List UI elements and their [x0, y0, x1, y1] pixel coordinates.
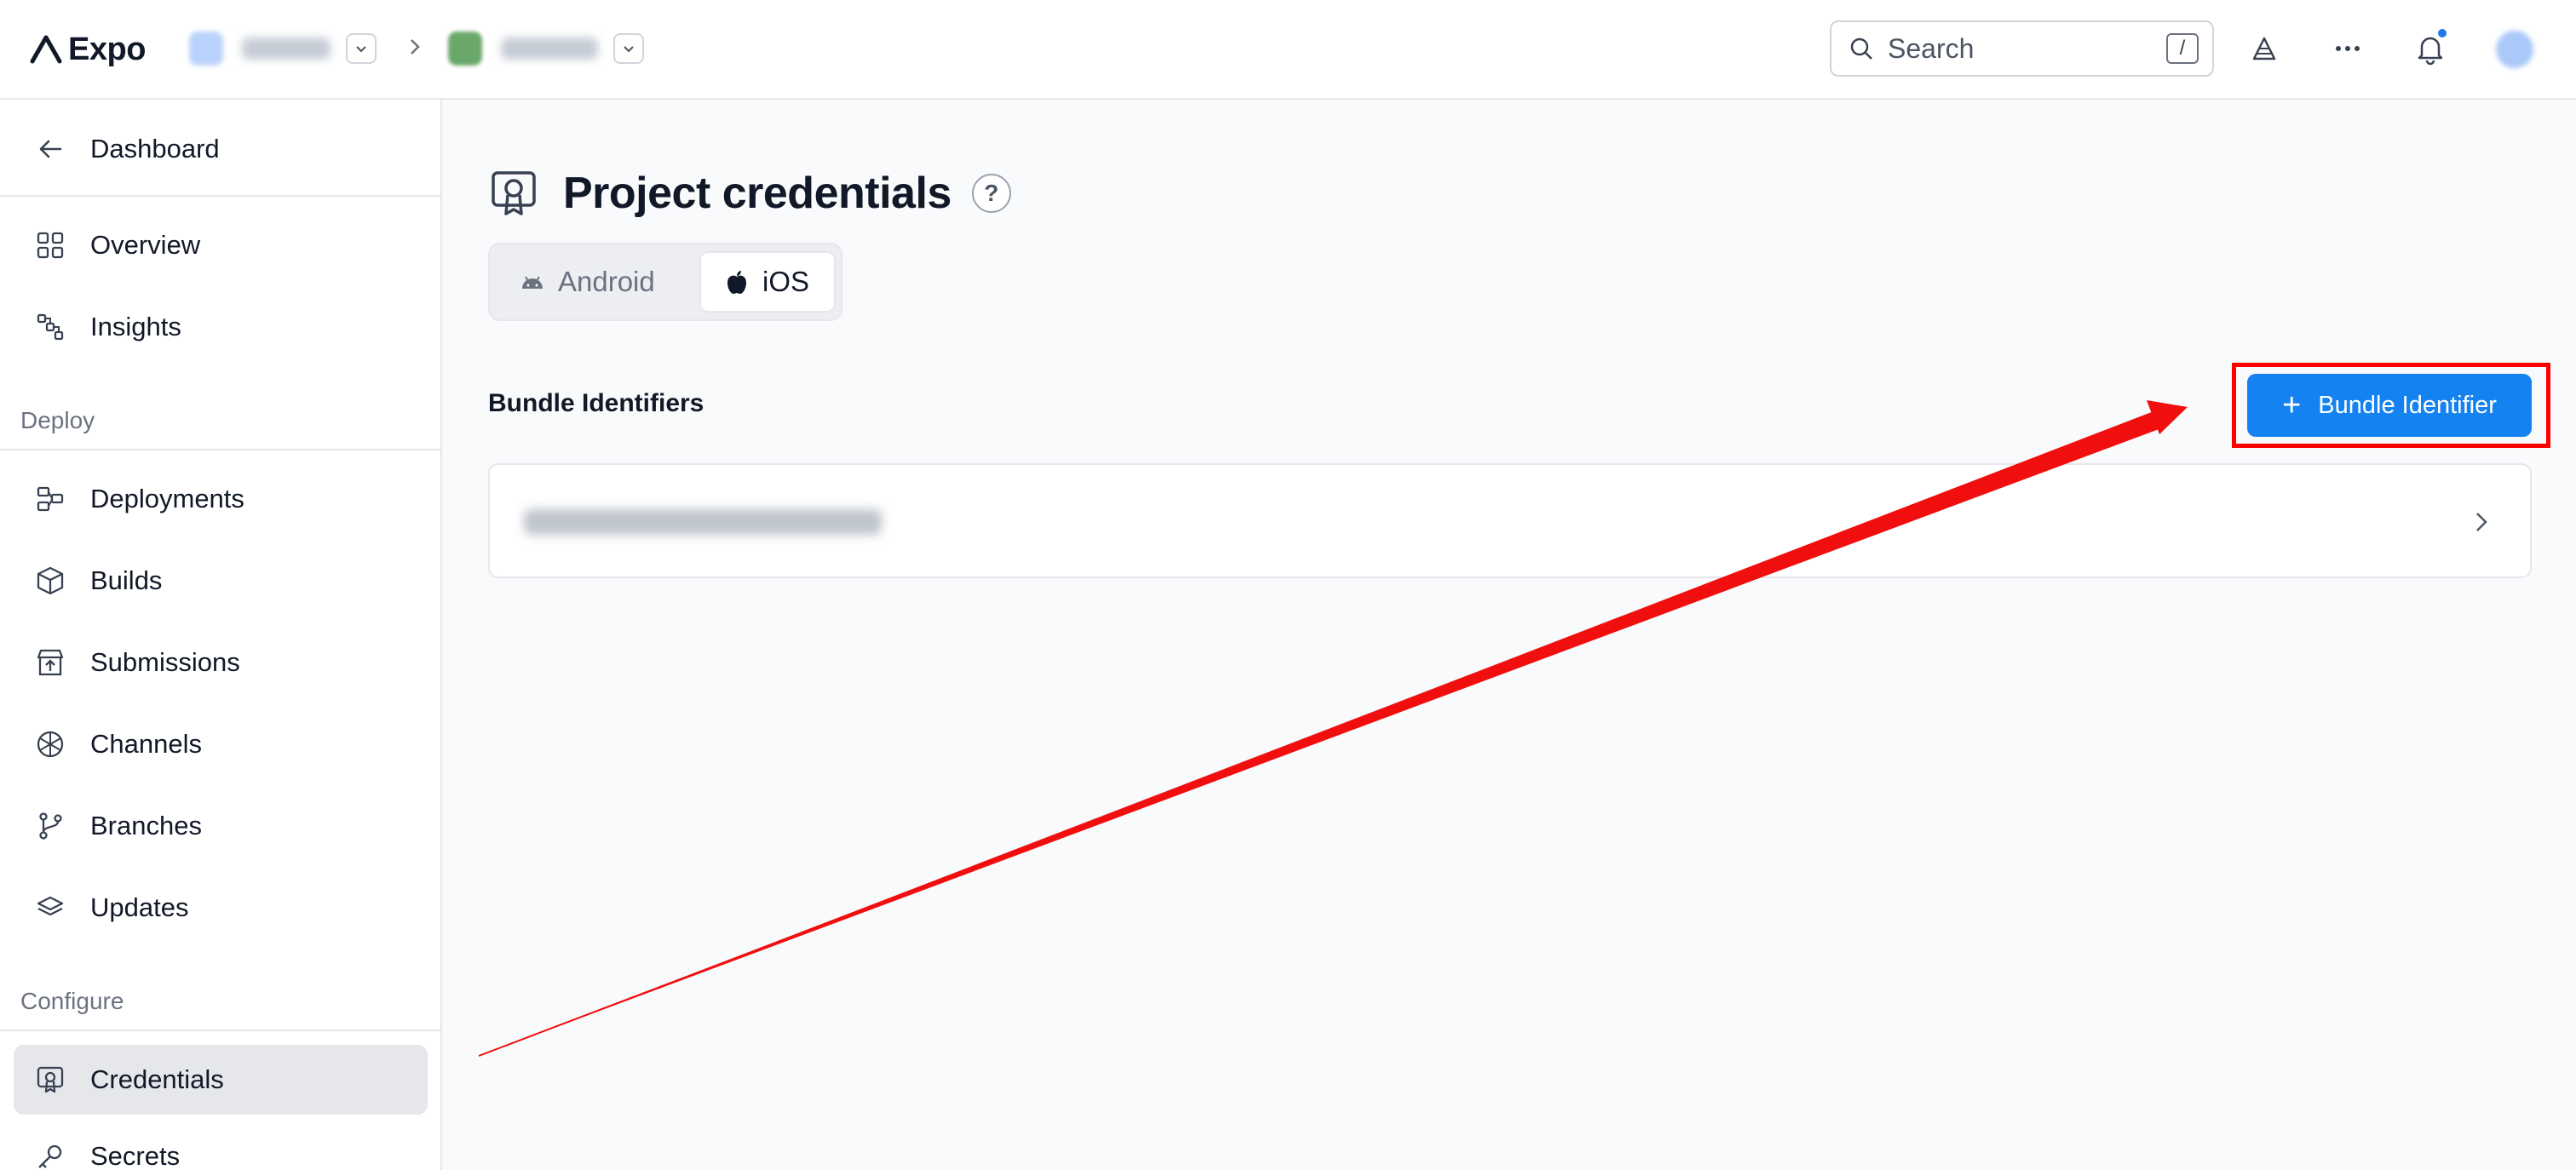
arrow-left-icon	[34, 133, 66, 165]
credentials-icon	[488, 168, 539, 219]
notification-badge	[2436, 27, 2448, 39]
key-icon	[34, 1140, 66, 1170]
tab-android[interactable]: Android	[497, 251, 698, 313]
sidebar-item-label: Dashboard	[90, 134, 220, 163]
bundle-identifier-redacted	[524, 509, 882, 535]
chevron-down-icon	[356, 46, 366, 53]
cube-icon	[34, 565, 66, 597]
expo-go-button[interactable]	[2245, 29, 2284, 68]
apple-icon	[727, 271, 746, 294]
sidebar-item-updates[interactable]: Updates	[14, 873, 428, 943]
top-bar: Expo Search /	[0, 0, 2576, 100]
credentials-icon	[34, 1064, 66, 1096]
sidebar-item-label: Branches	[90, 811, 202, 840]
chevron-down-icon	[624, 46, 634, 53]
user-avatar[interactable]	[2496, 31, 2533, 68]
section-label-configure: Configure	[20, 988, 124, 1014]
help-button[interactable]: ?	[971, 174, 1011, 213]
section-label-deploy: Deploy	[20, 407, 95, 433]
search-icon	[1850, 37, 1872, 60]
page-title: Project credentials	[563, 169, 952, 218]
account-dropdown-button[interactable]	[346, 33, 377, 64]
sidebar: Dashboard Overview Insights Deploy Deplo…	[0, 100, 442, 1170]
project-avatar	[448, 32, 482, 66]
sidebar-item-dashboard[interactable]: Dashboard	[14, 114, 428, 184]
sidebar-item-branches[interactable]: Branches	[14, 791, 428, 861]
sidebar-item-label: Updates	[90, 892, 189, 922]
chevron-right-icon	[411, 39, 420, 54]
sidebar-item-label: Secrets	[90, 1141, 181, 1170]
page-header: Project credentials ?	[488, 159, 1011, 227]
android-icon	[522, 276, 543, 289]
account-name-redacted	[242, 37, 331, 60]
bundle-identifier-row[interactable]	[488, 463, 2532, 578]
expo-go-icon	[2252, 37, 2276, 60]
sidebar-divider	[0, 1029, 440, 1031]
branch-icon	[34, 810, 66, 842]
annotation-highlight-box	[2232, 363, 2550, 448]
tab-label: Android	[558, 266, 655, 297]
sidebar-item-deployments[interactable]: Deployments	[14, 464, 428, 534]
deployments-icon	[34, 483, 66, 515]
store-icon	[34, 646, 66, 679]
sidebar-item-channels[interactable]: Channels	[14, 709, 428, 779]
project-dropdown-button[interactable]	[613, 33, 644, 64]
section-title: Bundle Identifiers	[488, 389, 704, 417]
sidebar-divider	[0, 195, 440, 197]
more-icon	[2336, 46, 2360, 51]
layers-icon	[34, 892, 66, 924]
platform-tabs: Android iOS	[488, 243, 842, 321]
sidebar-item-label: Builds	[90, 565, 163, 595]
sidebar-item-label: Overview	[90, 230, 201, 260]
chevron-right-icon	[2476, 513, 2487, 531]
more-button[interactable]	[2328, 29, 2367, 68]
sidebar-item-label: Submissions	[90, 647, 240, 677]
search-placeholder: Search	[1888, 32, 1975, 64]
tab-label: iOS	[762, 266, 810, 297]
account-switcher[interactable]	[189, 24, 377, 73]
sidebar-divider	[0, 449, 440, 450]
tab-ios[interactable]: iOS	[699, 251, 836, 313]
search-input[interactable]: Search /	[1830, 20, 2214, 77]
sidebar-item-credentials[interactable]: Credentials	[14, 1045, 428, 1115]
sidebar-item-insights[interactable]: Insights	[14, 292, 428, 362]
channels-icon	[34, 728, 66, 760]
sidebar-item-label: Channels	[90, 729, 202, 759]
sidebar-item-submissions[interactable]: Submissions	[14, 628, 428, 697]
sidebar-item-label: Insights	[90, 312, 181, 341]
app-name: Expo	[68, 31, 146, 67]
sidebar-item-builds[interactable]: Builds	[14, 546, 428, 616]
sidebar-item-secrets[interactable]: Secrets	[14, 1121, 428, 1170]
expo-logo-icon	[30, 35, 62, 64]
grid-icon	[34, 229, 66, 261]
account-avatar	[189, 32, 223, 66]
sidebar-item-label: Credentials	[90, 1064, 224, 1094]
sidebar-item-overview[interactable]: Overview	[14, 210, 428, 280]
notifications-button[interactable]	[2411, 27, 2450, 68]
sidebar-item-label: Deployments	[90, 484, 244, 513]
expo-logo[interactable]: Expo	[29, 31, 146, 68]
project-switcher[interactable]	[448, 24, 644, 73]
search-shortcut-key: /	[2166, 33, 2199, 64]
project-name-redacted	[501, 37, 598, 60]
main-content: Project credentials ? Android iOS Bundle…	[444, 100, 2576, 1170]
insights-icon	[34, 311, 66, 343]
